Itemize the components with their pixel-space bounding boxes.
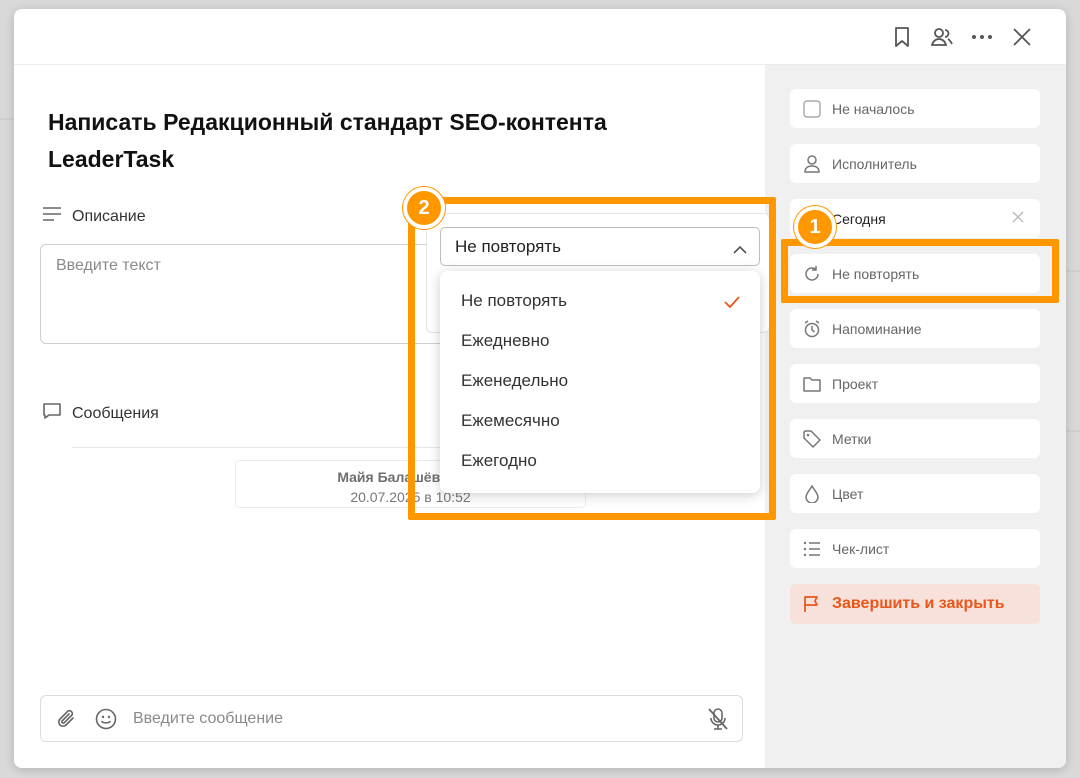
folder-icon xyxy=(802,374,822,394)
repeat-option[interactable]: Еженедельно xyxy=(440,361,760,401)
repeat-option[interactable]: Ежегодно xyxy=(440,441,760,481)
description-input[interactable]: Введите текст xyxy=(40,244,490,344)
checkbox-icon xyxy=(802,99,822,119)
task-title[interactable]: Написать Редакционный стандарт SEO-конте… xyxy=(48,104,688,178)
finish-close-button[interactable]: Завершить и закрыть xyxy=(790,584,1040,624)
repeat-icon xyxy=(802,264,822,284)
user-icon xyxy=(802,154,822,174)
more-icon[interactable] xyxy=(968,23,996,51)
repeat-button[interactable]: Не повторять xyxy=(790,254,1040,293)
messages-label: Сообщения xyxy=(72,404,159,422)
modal-toolbar xyxy=(14,9,1066,65)
repeat-option-label: Не повторять xyxy=(461,291,567,310)
tags-button[interactable]: Метки xyxy=(790,419,1040,458)
messages-header: Сообщения xyxy=(42,402,159,425)
reminder-label: Напоминание xyxy=(832,320,922,337)
status-button[interactable]: Не началось xyxy=(790,89,1040,128)
message-composer[interactable]: Введите сообщение xyxy=(40,695,743,742)
repeat-dropdown: Не повторять Ежедневно Еженедельно Ежеме… xyxy=(440,271,760,493)
checklist-icon xyxy=(802,539,822,559)
callout-badge-1: 1 xyxy=(794,206,836,248)
alarm-icon xyxy=(802,319,822,339)
reminder-button[interactable]: Напоминание xyxy=(790,309,1040,348)
status-label: Не началось xyxy=(832,100,915,117)
tag-icon xyxy=(802,429,822,449)
color-button[interactable]: Цвет xyxy=(790,474,1040,513)
checklist-button[interactable]: Чек-лист xyxy=(790,529,1040,568)
repeat-selected-value: Не повторять xyxy=(455,237,561,256)
backdrop-line xyxy=(1066,270,1080,272)
check-icon xyxy=(724,293,740,313)
repeat-option-label: Ежемесячно xyxy=(461,411,560,430)
drop-icon xyxy=(802,484,822,504)
clear-date-icon[interactable] xyxy=(1012,210,1024,226)
emoji-icon[interactable] xyxy=(94,707,118,731)
checklist-label: Чек-лист xyxy=(832,540,890,557)
attach-icon[interactable] xyxy=(55,707,79,731)
message-input[interactable]: Введите сообщение xyxy=(133,710,283,728)
assignee-button[interactable]: Исполнитель xyxy=(790,144,1040,183)
repeat-option-label: Еженедельно xyxy=(461,371,569,390)
members-icon[interactable] xyxy=(928,23,956,51)
description-label: Описание xyxy=(72,207,146,225)
repeat-option[interactable]: Не повторять xyxy=(440,281,760,321)
assignee-label: Исполнитель xyxy=(832,155,917,172)
chevron-up-icon xyxy=(733,240,747,260)
repeat-label: Не повторять xyxy=(832,265,920,282)
color-label: Цвет xyxy=(832,485,864,502)
divider xyxy=(72,447,492,448)
finish-label: Завершить и закрыть xyxy=(832,595,1005,612)
task-sidebar: Не началось Исполнитель Сегодня Не повто… xyxy=(765,65,1066,768)
bookmark-icon[interactable] xyxy=(888,23,916,51)
callout-badge-2: 2 xyxy=(403,187,445,229)
repeat-option-label: Ежедневно xyxy=(461,331,550,350)
project-button[interactable]: Проект xyxy=(790,364,1040,403)
chat-icon xyxy=(42,402,62,425)
backdrop-line xyxy=(1066,430,1080,432)
tags-label: Метки xyxy=(832,430,872,447)
repeat-option[interactable]: Ежемесячно xyxy=(440,401,760,441)
lines-icon xyxy=(42,206,62,227)
date-label: Сегодня xyxy=(832,210,886,227)
repeat-select[interactable]: Не повторять xyxy=(440,227,760,266)
close-icon[interactable] xyxy=(1008,23,1036,51)
backdrop-line xyxy=(0,118,14,120)
repeat-option[interactable]: Ежедневно xyxy=(440,321,760,361)
description-header: Описание xyxy=(42,206,146,227)
flag-icon xyxy=(802,594,822,614)
repeat-option-label: Ежегодно xyxy=(461,451,537,470)
mic-off-icon[interactable] xyxy=(706,707,730,731)
project-label: Проект xyxy=(832,375,879,392)
